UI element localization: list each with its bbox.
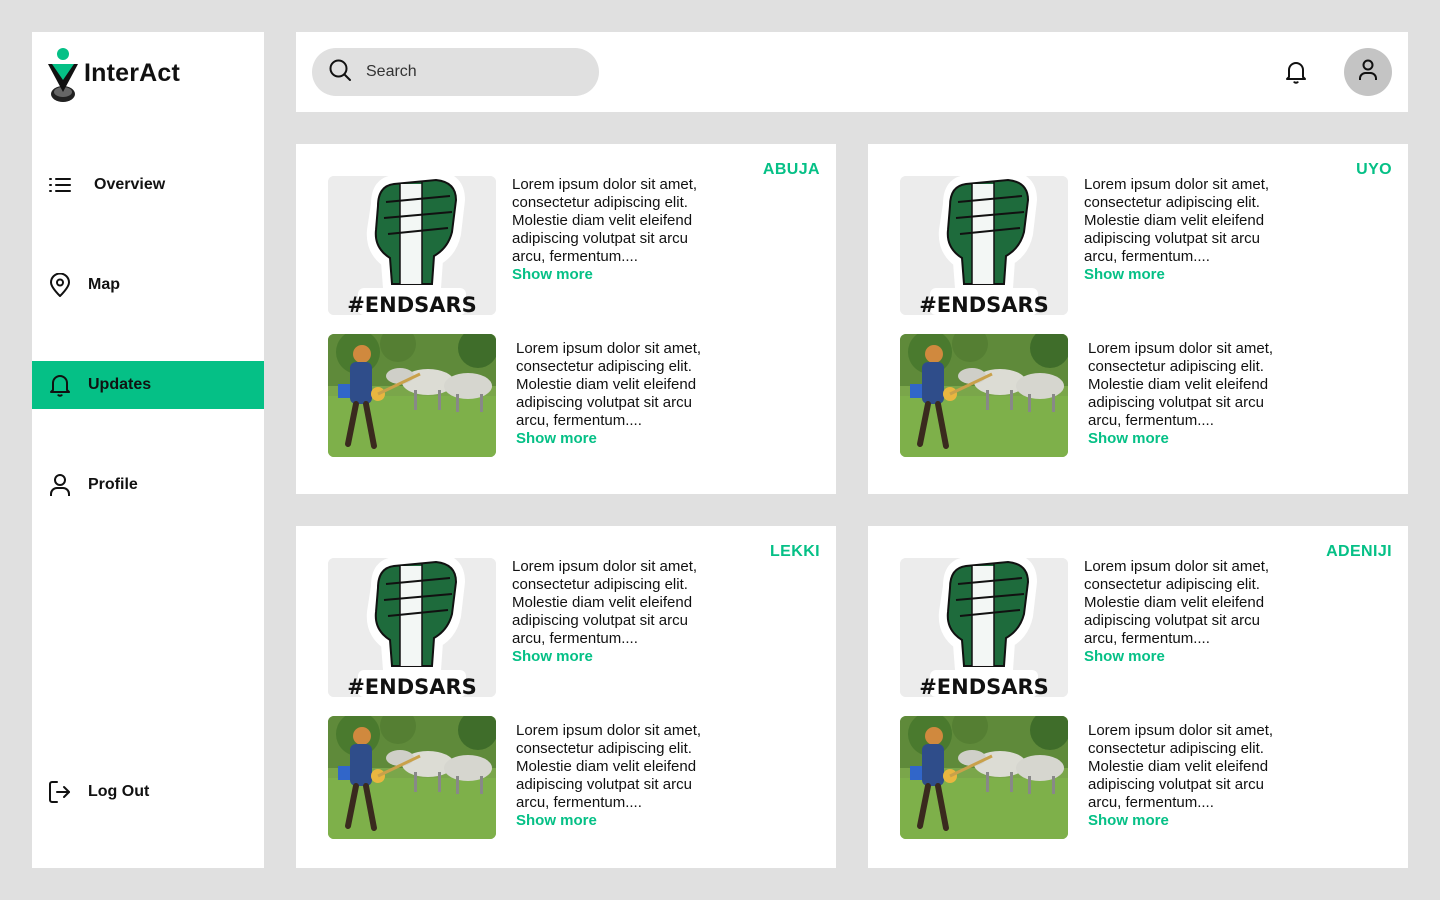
image-caption: #ENDSARS — [919, 293, 1049, 315]
sidebar-item-overview[interactable]: Overview — [32, 161, 264, 209]
card-location-label: ABUJA — [762, 161, 820, 178]
search-bar[interactable] — [312, 48, 599, 96]
avatar[interactable] — [1344, 48, 1392, 96]
post-excerpt: Lorem ipsum dolor sit amet, consectetur … — [1084, 176, 1270, 265]
post-body: Lorem ipsum dolor sit amet, consectetur … — [1084, 176, 1274, 284]
brand-name: InterAct — [84, 58, 181, 87]
update-card: ABUJA #ENDSARS Lorem ipsum dolor sit ame… — [296, 144, 836, 494]
post-body: Lorem ipsum dolor sit amet, consectetur … — [516, 722, 706, 830]
notifications-button[interactable] — [1284, 60, 1308, 84]
show-more-link[interactable]: Show more — [512, 648, 702, 666]
herder-with-cattle-image — [900, 716, 1068, 839]
post-excerpt: Lorem ipsum dolor sit amet, consectetur … — [516, 340, 702, 429]
bell-icon — [48, 373, 72, 397]
list-icon — [48, 173, 72, 197]
sidebar-item-profile[interactable]: Profile — [32, 461, 264, 509]
post-body: Lorem ipsum dolor sit amet, consectetur … — [516, 340, 706, 448]
user-icon — [48, 473, 72, 497]
endsars-fist-image: #ENDSARS — [328, 558, 496, 697]
show-more-link[interactable]: Show more — [1084, 266, 1274, 284]
search-icon — [328, 58, 352, 87]
sidebar-item-map[interactable]: Map — [32, 261, 264, 309]
post-excerpt: Lorem ipsum dolor sit amet, consectetur … — [1084, 558, 1270, 647]
user-icon — [1357, 58, 1379, 87]
map-pin-icon — [48, 273, 72, 297]
post-excerpt: Lorem ipsum dolor sit amet, consectetur … — [512, 558, 698, 647]
post-thumbnail[interactable] — [900, 716, 1068, 839]
show-more-link[interactable]: Show more — [1084, 648, 1274, 666]
post-body: Lorem ipsum dolor sit amet, consectetur … — [1088, 722, 1278, 830]
logout-button[interactable]: Log Out — [32, 768, 264, 816]
post-thumbnail[interactable]: #ENDSARS — [328, 176, 496, 315]
post-excerpt: Lorem ipsum dolor sit amet, consectetur … — [1088, 722, 1274, 811]
post-body: Lorem ipsum dolor sit amet, consectetur … — [1088, 340, 1278, 448]
endsars-fist-image: #ENDSARS — [900, 176, 1068, 315]
post-thumbnail[interactable] — [900, 334, 1068, 457]
image-caption: #ENDSARS — [347, 293, 477, 315]
sidebar: InterAct Overview Map Updates Profile Lo… — [32, 32, 264, 868]
show-more-link[interactable]: Show more — [1088, 430, 1278, 448]
sidebar-item-updates[interactable]: Updates — [32, 361, 264, 409]
post-thumbnail[interactable] — [328, 716, 496, 839]
sidebar-item-label: Profile — [88, 476, 138, 493]
post-excerpt: Lorem ipsum dolor sit amet, consectetur … — [1088, 340, 1274, 429]
show-more-link[interactable]: Show more — [516, 430, 706, 448]
sidebar-item-label: Overview — [94, 176, 166, 193]
endsars-fist-image: #ENDSARS — [900, 558, 1068, 697]
show-more-link[interactable]: Show more — [512, 266, 702, 284]
card-location-label: UYO — [1356, 161, 1392, 178]
post-thumbnail[interactable] — [328, 334, 496, 457]
endsars-fist-image: #ENDSARS — [328, 176, 496, 315]
post-excerpt: Lorem ipsum dolor sit amet, consectetur … — [516, 722, 702, 811]
bell-icon — [1284, 62, 1308, 88]
person-pin-logo-icon — [48, 48, 78, 102]
post-body: Lorem ipsum dolor sit amet, consectetur … — [512, 558, 702, 666]
search-input[interactable] — [366, 63, 566, 81]
update-card: LEKKI #ENDSARS Lorem ipsum dolor sit ame… — [296, 526, 836, 868]
herder-with-cattle-image — [328, 334, 496, 457]
card-location-label: ADENIJI — [1326, 543, 1392, 560]
update-card: UYO #ENDSARS Lorem ipsum dolor sit amet,… — [868, 144, 1408, 494]
show-more-link[interactable]: Show more — [1088, 812, 1278, 830]
sidebar-item-label: Updates — [88, 376, 152, 393]
show-more-link[interactable]: Show more — [516, 812, 706, 830]
post-thumbnail[interactable]: #ENDSARS — [900, 176, 1068, 315]
brand[interactable]: InterAct — [46, 46, 180, 106]
card-location-label: LEKKI — [770, 543, 820, 560]
logout-label: Log Out — [88, 783, 150, 800]
post-thumbnail[interactable]: #ENDSARS — [328, 558, 496, 697]
image-caption: #ENDSARS — [919, 675, 1049, 697]
post-body: Lorem ipsum dolor sit amet, consectetur … — [1084, 558, 1274, 666]
post-excerpt: Lorem ipsum dolor sit amet, consectetur … — [512, 176, 698, 265]
image-caption: #ENDSARS — [347, 675, 477, 697]
herder-with-cattle-image — [328, 716, 496, 839]
update-card: ADENIJI #ENDSARS Lorem ipsum dolor sit a… — [868, 526, 1408, 868]
post-body: Lorem ipsum dolor sit amet, consectetur … — [512, 176, 702, 284]
topbar — [296, 32, 1408, 112]
logout-icon — [48, 780, 72, 804]
post-thumbnail[interactable]: #ENDSARS — [900, 558, 1068, 697]
herder-with-cattle-image — [900, 334, 1068, 457]
sidebar-item-label: Map — [88, 276, 120, 293]
